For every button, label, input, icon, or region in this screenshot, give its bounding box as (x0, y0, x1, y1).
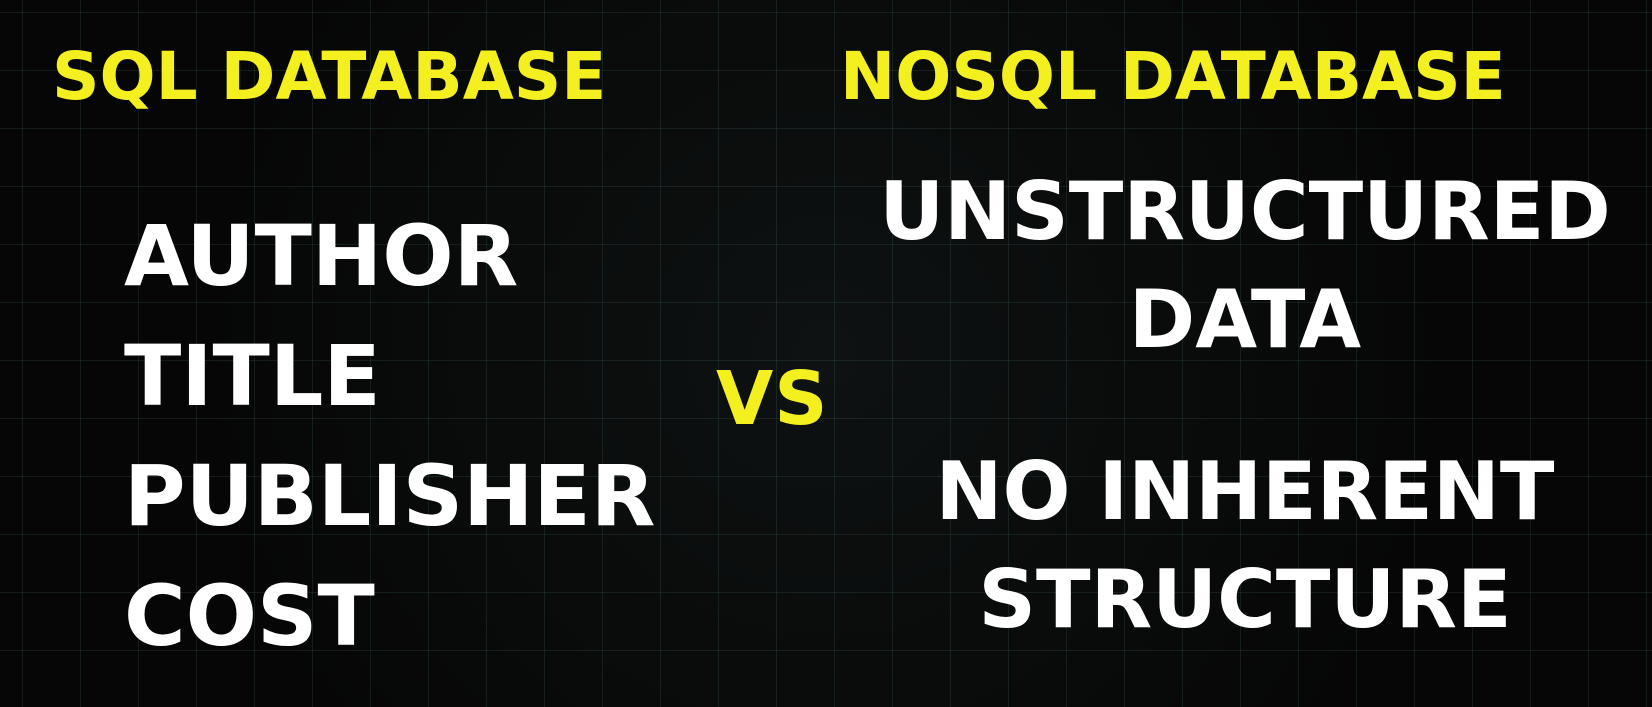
sql-field-title: TITLE (124, 327, 381, 425)
nosql-point-line: STRUCTURE (978, 553, 1512, 646)
sql-field-list: AUTHOR TITLE PUBLISHER COST (124, 214, 655, 694)
nosql-point-line: NO INHERENT (935, 445, 1555, 538)
nosql-point-unstructured-data: UNSTRUCTURED DATA (850, 158, 1640, 374)
versus-label: VS (716, 356, 829, 442)
nosql-point-line: DATA (1128, 273, 1362, 366)
sql-database-heading: SQL DATABASE (52, 38, 607, 115)
sql-field-publisher: PUBLISHER (124, 447, 656, 545)
sql-field-author: AUTHOR (124, 207, 519, 305)
comparison-slide: SQL DATABASE NOSQL DATABASE AUTHOR TITLE… (0, 0, 1652, 707)
sql-field-cost: COST (124, 567, 375, 665)
nosql-point-line: UNSTRUCTURED (879, 165, 1611, 258)
nosql-point-no-inherent-structure: NO INHERENT STRUCTURE (850, 438, 1640, 654)
nosql-database-heading: NOSQL DATABASE (840, 38, 1506, 115)
